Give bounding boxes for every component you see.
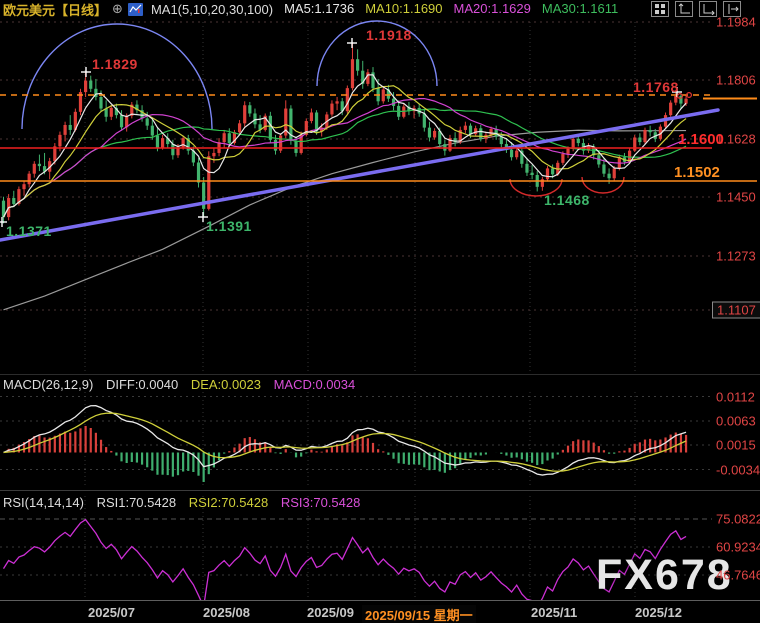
macd-diff-value: DIFF:0.0040 — [106, 377, 178, 392]
annotation-label: 1.1918 — [366, 27, 412, 43]
annotation-label: 1.1371 — [6, 223, 52, 239]
ma-values: MA5:1.1736 MA10:1.1690 MA20:1.1629 MA30:1.1… — [273, 0, 618, 18]
watermark: FX678 — [596, 551, 733, 600]
x-axis-label: 2025/07 — [88, 605, 135, 620]
macd-dea-value: DEA:0.0023 — [191, 377, 261, 392]
rsi3-value: RSI3:70.5428 — [281, 495, 361, 510]
macd-axis-label: 0.0112 — [716, 389, 755, 404]
macd-axis-label: 0.0015 — [716, 438, 756, 453]
macd-axis-label: 0.0063 — [716, 414, 756, 429]
y-axis-label: 1.1806 — [716, 73, 756, 88]
chart-toolbar — [651, 1, 741, 17]
x-axis-crosshair-date: 2025/09/15 星期一 — [362, 605, 476, 623]
ma-settings-label: MA1(5,10,20,30,100) — [151, 2, 273, 17]
y-axis-label: 1.1450 — [716, 190, 756, 205]
period-label: 【日线】 — [55, 0, 107, 19]
top-info-bar: 欧元美元 【日线】 ⊕ MA1(5,10,20,30,100) MA5:1.17… — [3, 0, 757, 18]
ma-value-label: MA5:1.1736 — [284, 1, 354, 16]
ma-value-label: MA20:1.1629 — [454, 1, 531, 16]
y-axis-label: 1.1107 — [712, 302, 760, 319]
rsi-axis-label: 46.7646 — [716, 567, 760, 582]
price-line-label: 1.1502 — [674, 164, 720, 181]
annotation-label: 1.1391 — [206, 218, 252, 234]
rsi-title: RSI(14,14,14) — [3, 495, 84, 510]
price-line-label: 1.1600 — [678, 131, 724, 148]
shift-right-icon[interactable] — [723, 1, 741, 17]
symbol-title: 欧元美元 — [3, 0, 55, 19]
rsi-axis-label: 60.9234 — [716, 539, 760, 554]
zoom-horizontal-icon[interactable] — [699, 1, 717, 17]
annotation-label: 1.1768 — [633, 79, 679, 95]
annotation-label: 1.1829 — [92, 56, 138, 72]
zoom-vertical-icon[interactable] — [675, 1, 693, 17]
rsi-axis-label: 75.0822 — [716, 512, 760, 527]
annotation-label: 1.1468 — [544, 192, 590, 208]
x-axis-label: 2025/11 — [531, 605, 577, 620]
y-axis-label: 1.1273 — [716, 249, 756, 264]
x-axis-label: 2025/08 — [203, 605, 250, 620]
macd-macd-value: MACD:0.0034 — [274, 377, 356, 392]
trading-chart-app: 欧元美元 【日线】 ⊕ MA1(5,10,20,30,100) MA5:1.17… — [0, 0, 760, 623]
ma-value-label: MA30:1.1611 — [542, 1, 618, 16]
macd-axis-label: -0.0034 — [716, 462, 760, 477]
x-axis-strip[interactable]: 2025/07 2025/08 2025/09 2025/09/15 星期一 2025/… — [0, 600, 760, 623]
macd-header: MACD(26,12,9) DIFF:0.0040 DEA:0.0023 MAC… — [3, 377, 364, 392]
ma-value-label: MA10:1.1690 — [365, 1, 442, 16]
x-axis-label: 2025/09 — [307, 605, 354, 620]
rsi2-value: RSI2:70.5428 — [189, 495, 269, 510]
add-indicator-icon[interactable]: ⊕ — [112, 1, 123, 17]
mini-chart-icon[interactable] — [128, 3, 143, 16]
rsi-header: RSI(14,14,14) RSI1:70.5428 RSI2:70.5428 … — [3, 495, 369, 510]
pan-icon[interactable] — [651, 1, 669, 17]
rsi1-value: RSI1:70.5428 — [97, 495, 177, 510]
macd-title: MACD(26,12,9) — [3, 377, 93, 392]
x-axis-label: 2025/12 — [635, 605, 682, 620]
